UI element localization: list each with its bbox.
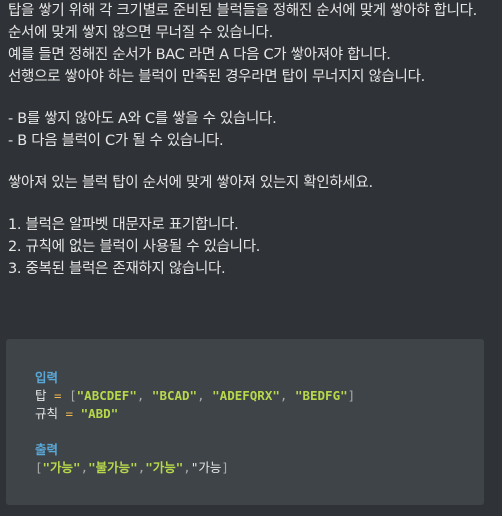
output-value: "가능 (190, 460, 222, 475)
rule-var: 규칙 (35, 406, 59, 421)
desc-line: 예를 들면 정해진 순서가 BAC 라면 A 다음 C가 쌓아져야 합니다. (8, 47, 391, 63)
problem-description: 탑을 쌓기 위해 각 크기별로 준비된 블럭들을 정해진 순서에 맞게 쌓아햐 … (8, 0, 488, 280)
tower-value: "ADEFQRX" (212, 388, 280, 403)
example-code-box: 입력 탑 = ["ABCDEF", "BCAD", "ADEFQRX", "BE… (6, 339, 484, 505)
rule-line: 2. 규칙에 없는 블럭이 사용될 수 있습니다. (8, 239, 261, 255)
tower-value: "BEDFG" (294, 388, 348, 403)
tower-value: "BCAD" (151, 388, 198, 403)
tower-value: "ABCDEF" (76, 388, 137, 403)
rule-value: "ABD" (80, 406, 119, 421)
output-value: "불가능" (88, 460, 138, 475)
desc-line: 선행으로 쌓아야 하는 블럭이 만족된 경우라면 탑이 무너지지 않습니다. (8, 69, 425, 85)
desc-line: 순서에 맞게 쌓지 않으면 무너질 수 있습니다. (8, 25, 273, 41)
output-label: 출력 (35, 442, 59, 457)
bullet-line: - B를 쌓지 않아도 A와 C를 쌓을 수 있습니다. (8, 111, 277, 127)
rule-line: 3. 중복된 블럭은 존재하지 않습니다. (8, 261, 226, 277)
tower-var: 탑 (35, 388, 47, 403)
output-value: "가능" (42, 460, 81, 475)
bullet-line: - B 다음 블럭이 C가 될 수 있습니다. (8, 133, 224, 149)
output-value: "가능" (145, 460, 184, 475)
instruction-line: 쌓아져 있는 블럭 탑이 순서에 맞게 쌓아져 있는지 확인하세요. (8, 175, 373, 191)
input-label: 입력 (35, 370, 59, 385)
rule-line: 1. 블럭은 알파벳 대문자로 표기합니다. (8, 217, 239, 233)
desc-line: 탑을 쌓기 위해 각 크기별로 준비된 블럭들을 정해진 순서에 맞게 쌓아햐 … (8, 3, 477, 19)
